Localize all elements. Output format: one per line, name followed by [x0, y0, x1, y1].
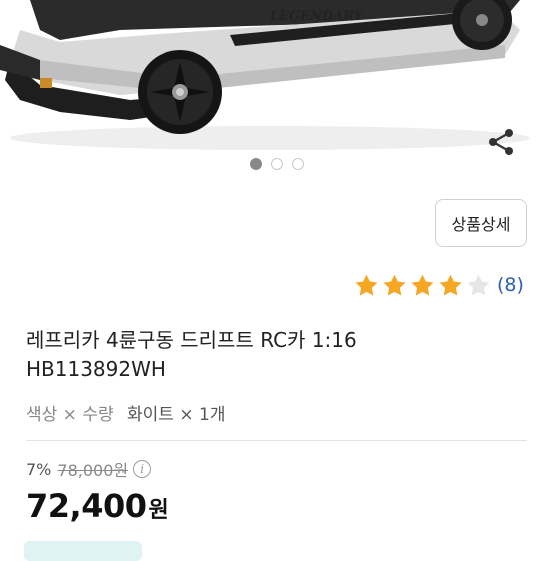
product-image: LEGENDARY: [0, 0, 530, 150]
selected-option: 색상 × 수량 화이트 × 1개: [26, 400, 225, 425]
carousel-indicator: [0, 158, 553, 174]
product-title-line1: 레프리카 4륜구동 드리프트 RC카 1:16: [26, 328, 357, 352]
product-title: 레프리카 4륜구동 드리프트 RC카 1:16 HB113892WH: [26, 326, 526, 384]
star-filled-icon: [411, 274, 434, 295]
carousel-dot[interactable]: [249, 158, 262, 170]
star-filled-icon: [355, 274, 378, 295]
car-decal-text: LEGENDARY: [269, 9, 365, 24]
final-price: 72,400 원: [26, 487, 169, 525]
discount-row: 7% 78,000원 i: [26, 457, 152, 481]
share-button[interactable]: [482, 122, 522, 162]
carousel-dot[interactable]: [270, 158, 283, 170]
bottom-chip[interactable]: [24, 541, 142, 561]
review-count[interactable]: (8): [497, 274, 524, 296]
share-icon: [489, 129, 513, 155]
rating[interactable]: (8): [354, 271, 524, 299]
star-filled-icon: [439, 274, 462, 295]
original-price: 78,000원: [57, 461, 129, 480]
product-detail-button[interactable]: 상품상세: [435, 199, 527, 247]
carousel-dot[interactable]: [291, 158, 304, 170]
star-filled-icon: [383, 274, 406, 295]
product-image-carousel[interactable]: LEGENDARY: [0, 0, 553, 150]
final-price-amount: 72,400: [26, 487, 147, 525]
option-label: 색상 × 수량: [26, 405, 114, 425]
info-icon[interactable]: i: [133, 460, 152, 478]
star-empty-icon: [467, 274, 490, 295]
divider: [26, 440, 527, 441]
option-value: 화이트 × 1개: [127, 405, 226, 425]
currency-label: 원: [148, 498, 169, 523]
product-code: HB113892WH: [26, 357, 166, 381]
discount-rate: 7%: [26, 459, 52, 479]
